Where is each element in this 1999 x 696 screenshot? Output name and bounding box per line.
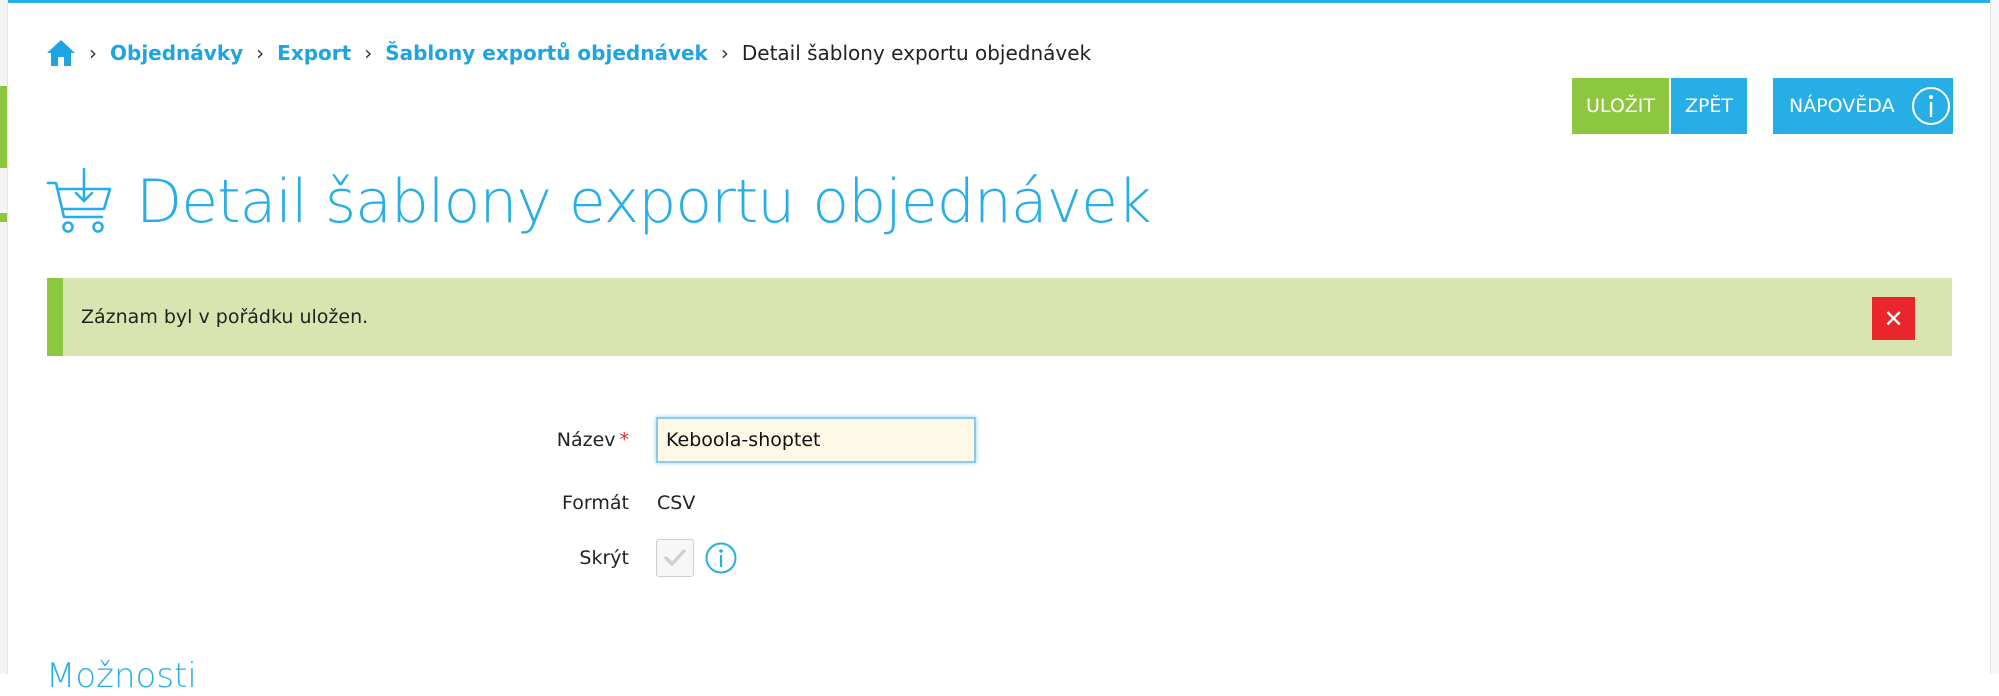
back-button[interactable]: ZPĚT [1671,78,1747,134]
breadcrumb: › Objednávky › Export › Šablony exportů … [46,36,1091,70]
format-value: CSV [657,492,696,514]
breadcrumb-export[interactable]: Export [277,41,351,65]
checkmark-icon [664,549,686,566]
save-button[interactable]: ULOŽIT [1572,78,1669,134]
help-button-label: NÁPOVĚDA [1789,95,1895,117]
format-label: Formát [562,492,629,514]
sidebar-active-marker [0,86,7,168]
help-button[interactable]: NÁPOVĚDA [1773,78,1953,134]
breadcrumb-export-templates[interactable]: Šablony exportů objednávek [385,41,708,65]
success-alert: Záznam byl v pořádku uložen. [47,278,1952,356]
required-mark: * [619,429,630,451]
breadcrumb-orders[interactable]: Objednávky [110,41,243,65]
alert-message: Záznam byl v pořádku uložen. [81,306,369,328]
left-sidebar-edge [0,0,8,674]
right-scroll-edge [1990,0,1999,674]
top-accent-line [0,0,1999,3]
info-icon[interactable] [705,542,737,574]
info-circle-icon [1911,86,1951,126]
toolbar: ULOŽIT ZPĚT NÁPOVĚDA [1572,78,1953,134]
breadcrumb-separator: › [256,41,265,65]
breadcrumb-separator: › [89,41,97,65]
name-label-text: Název [556,429,616,451]
hide-label: Skrýt [579,547,629,569]
close-alert-button[interactable]: ✕ [1872,297,1915,340]
name-input[interactable] [656,417,976,463]
home-icon[interactable] [46,38,76,68]
sidebar-marker [0,213,7,222]
close-icon: ✕ [1883,304,1904,333]
breadcrumb-separator: › [364,41,373,65]
section-heading-options: Možnosti [46,656,197,696]
page-title: Detail šablony exportu objednávek [136,167,1152,237]
breadcrumb-separator: › [720,41,729,65]
hide-checkbox[interactable] [656,539,694,577]
cart-download-icon [46,167,112,237]
page-header: Detail šablony exportu objednávek [46,160,1152,244]
name-label: Název * [229,429,629,451]
breadcrumb-current: Detail šablony exportu objednávek [741,41,1092,65]
